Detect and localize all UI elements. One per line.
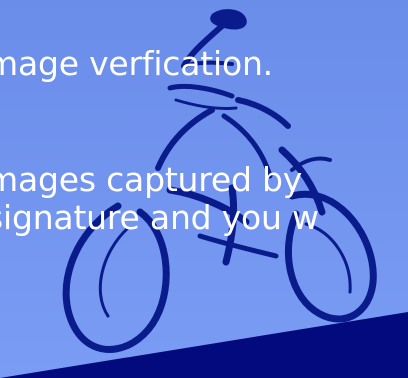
- promo-stage: mage verfication. mages captured by sign…: [0, 0, 408, 378]
- intro-line-2: mages captured by: [0, 160, 303, 199]
- intro-line-3: signature and you w: [0, 198, 319, 237]
- intro-line-1: mage verfication.: [0, 44, 273, 83]
